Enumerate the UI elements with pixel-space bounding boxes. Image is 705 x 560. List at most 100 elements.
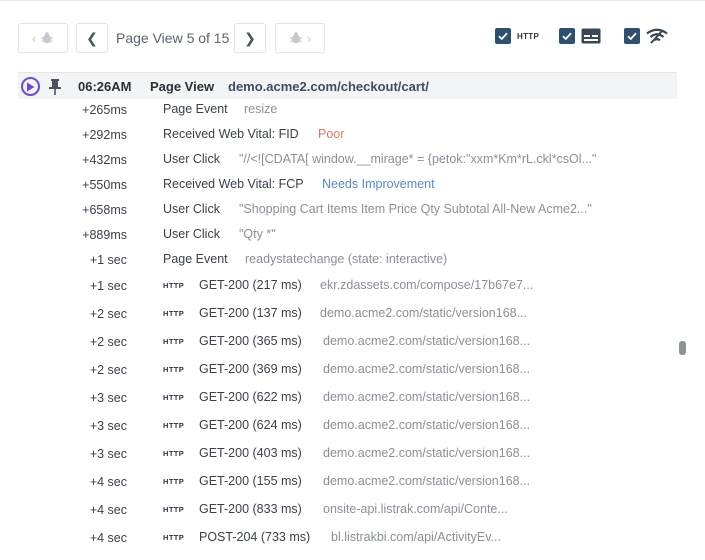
table-row[interactable]: +3 sec HTTP GET-200 (622 ms) demo.acme2.… (0, 387, 680, 412)
table-row[interactable]: +2 sec HTTP GET-200 (369 ms) demo.acme2.… (0, 359, 680, 384)
http-badge: HTTP (163, 477, 185, 486)
page-view-row[interactable]: 06:26AM Page View demo.acme2.com/checkou… (18, 72, 677, 99)
event-time: +889ms (82, 228, 127, 242)
bug-icon (41, 32, 54, 44)
chevron-right-icon: ❯ (244, 29, 256, 46)
request-status: GET-200 (403 ms) (199, 446, 302, 460)
http-filter-label: HTTP (517, 31, 540, 41)
list-item[interactable]: +432ms User Click "//<![CDATA[ window.__… (0, 149, 680, 174)
list-item[interactable]: +889ms User Click "Qty *" (0, 224, 680, 249)
event-value: "//<![CDATA[ window.__mirage* = {petok:"… (239, 152, 597, 166)
play-icon[interactable] (21, 77, 40, 96)
request-time: +3 sec (89, 447, 127, 461)
event-value: readystatechange (state: interactive) (245, 252, 448, 266)
filter-http[interactable]: HTTP (495, 28, 539, 44)
request-url: demo.acme2.com/static/version168... (323, 446, 531, 460)
request-time: +4 sec (89, 475, 127, 489)
request-time: +3 sec (89, 419, 127, 433)
request-time: +2 sec (89, 363, 127, 377)
request-status: GET-200 (833 ms) (199, 502, 302, 516)
chevron-left-icon: ❮ (86, 29, 98, 46)
table-row[interactable]: +3 sec HTTP GET-200 (403 ms) demo.acme2.… (0, 443, 680, 468)
http-filter-checkbox[interactable] (495, 28, 511, 44)
next-page-button[interactable]: ❯ (234, 23, 266, 53)
request-status: GET-200 (137 ms) (199, 306, 302, 320)
request-url: ekr.zdassets.com/compose/17b67e7... (320, 278, 534, 292)
filter-network[interactable] (624, 28, 668, 44)
event-value: resize (244, 102, 278, 116)
event-label: Page Event (163, 252, 228, 266)
filter-console[interactable] (559, 28, 601, 44)
request-url: demo.acme2.com/static/version168... (323, 334, 531, 348)
console-icon (581, 28, 601, 44)
request-url: demo.acme2.com/static/version168... (323, 418, 531, 432)
event-label: Received Web Vital: FID (163, 127, 299, 141)
event-time: +658ms (82, 203, 127, 217)
http-badge: HTTP (163, 505, 185, 514)
http-badge: HTTP (163, 365, 185, 374)
event-time: +265ms (82, 103, 127, 117)
request-status: POST-204 (733 ms) (199, 530, 311, 544)
request-time: +4 sec (89, 531, 127, 545)
event-time: +432ms (82, 153, 127, 167)
event-value: Poor (318, 127, 345, 141)
request-time: +2 sec (89, 307, 127, 321)
next-error-button[interactable]: › (275, 23, 325, 53)
chevron-right-icon: › (306, 30, 312, 46)
event-label: Received Web Vital: FCP (163, 177, 304, 191)
scrollbar-thumb[interactable] (679, 341, 686, 355)
list-item[interactable]: +550ms Received Web Vital: FCP Needs Imp… (0, 174, 680, 199)
table-row[interactable]: +4 sec HTTP GET-200 (833 ms) onsite-api.… (0, 499, 680, 524)
list-item[interactable]: +658ms User Click "Shopping Cart Items I… (0, 199, 680, 224)
http-badge: HTTP (163, 533, 185, 542)
http-badge: HTTP (163, 309, 185, 318)
pin-icon[interactable] (47, 78, 63, 96)
console-filter-checkbox[interactable] (559, 28, 575, 44)
table-row[interactable]: +4 sec HTTP GET-200 (155 ms) demo.acme2.… (0, 471, 680, 496)
request-url: demo.acme2.com/static/version168... (323, 474, 531, 488)
table-row[interactable]: +3 sec HTTP GET-200 (624 ms) demo.acme2.… (0, 415, 680, 440)
event-value: Needs Improvement (322, 177, 435, 191)
network-filter-checkbox[interactable] (624, 28, 640, 44)
table-row[interactable]: +1 sec HTTP GET-200 (217 ms) ekr.zdasset… (0, 275, 680, 300)
wifi-off-icon (646, 28, 668, 44)
table-row[interactable]: +2 sec HTTP GET-200 (137 ms) demo.acme2.… (0, 303, 680, 328)
http-badge: HTTP (163, 337, 185, 346)
prev-error-button[interactable]: ‹ (18, 23, 68, 53)
request-status: GET-200 (365 ms) (199, 334, 302, 348)
table-row[interactable]: +4 sec HTTP POST-204 (733 ms) bl.listrak… (0, 527, 680, 552)
event-value: "Shopping Cart Items Item Price Qty Subt… (239, 202, 592, 216)
event-label: User Click (163, 152, 220, 166)
list-item[interactable]: +265ms Page Event resize (0, 99, 680, 124)
event-label: Page Event (163, 102, 228, 116)
request-url: demo.acme2.com/static/version168... (320, 306, 528, 320)
table-row[interactable]: +2 sec HTTP GET-200 (365 ms) demo.acme2.… (0, 331, 680, 356)
prev-page-button[interactable]: ❮ (76, 23, 108, 53)
event-time: +550ms (82, 178, 127, 192)
http-badge: HTTP (163, 421, 185, 430)
request-status: GET-200 (217 ms) (199, 278, 302, 292)
request-time: +4 sec (89, 503, 127, 517)
event-time: +1 sec (89, 253, 127, 267)
check-icon (627, 32, 637, 41)
list-item[interactable]: +1 sec Page Event readystatechange (stat… (0, 249, 680, 274)
request-time: +3 sec (89, 391, 127, 405)
request-status: GET-200 (369 ms) (199, 362, 302, 376)
bug-icon (289, 32, 302, 44)
page-view-label: Page View (150, 79, 215, 94)
page-view-url[interactable]: demo.acme2.com/checkout/cart/ (228, 79, 429, 94)
request-status: GET-200 (155 ms) (199, 474, 302, 488)
session-replay-panel: ‹ ❮ Page View 5 of 15 ❯ › HTTP 06:26AM P… (0, 0, 705, 560)
request-url: bl.listrakbi.com/api/ActivityEv... (331, 530, 501, 544)
event-label: User Click (163, 227, 220, 241)
toolbar: ‹ ❮ Page View 5 of 15 ❯ › HTTP (18, 23, 678, 53)
page-indicator: Page View 5 of 15 (116, 30, 230, 46)
check-icon (498, 32, 508, 41)
request-url: onsite-api.listrak.com/api/Conte... (323, 502, 508, 516)
event-label: User Click (163, 202, 220, 216)
event-value: "Qty *" (239, 227, 276, 241)
request-time: +1 sec (89, 279, 127, 293)
list-item[interactable]: +292ms Received Web Vital: FID Poor (0, 124, 680, 149)
chevron-left-icon: ‹ (31, 30, 37, 46)
http-badge: HTTP (163, 281, 185, 290)
